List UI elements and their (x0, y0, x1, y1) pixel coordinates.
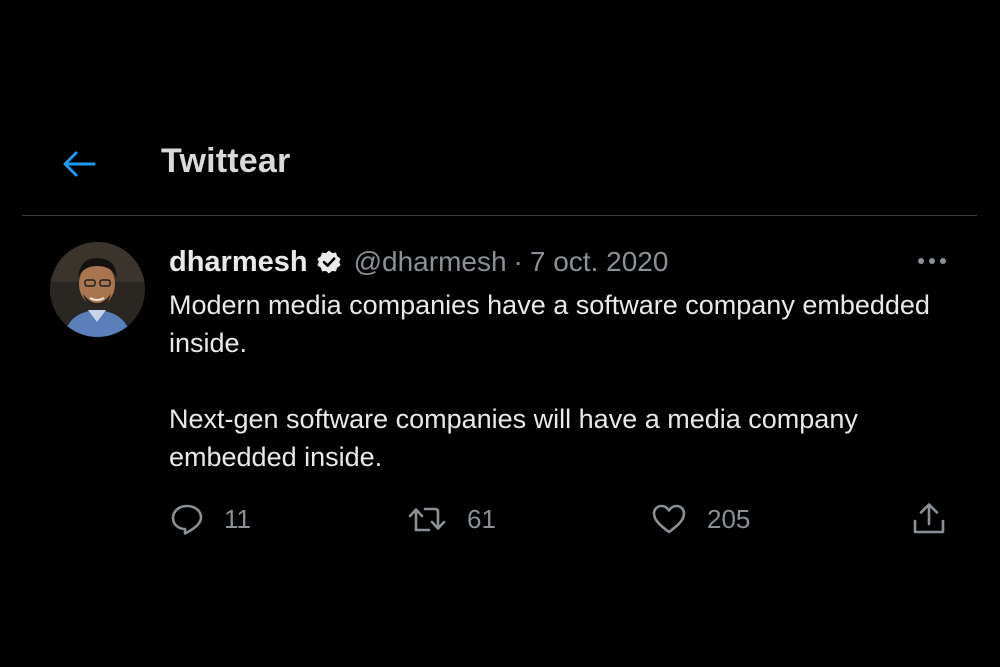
tweet-paragraph: Modern media companies have a software c… (169, 290, 930, 358)
more-options-button[interactable] (910, 246, 954, 276)
share-button[interactable] (911, 497, 947, 541)
header-divider (22, 215, 977, 216)
meta-separator: · (513, 246, 523, 277)
verified-badge-icon (316, 249, 342, 275)
like-button[interactable]: 205 (651, 497, 750, 541)
top-bar: Twittear (0, 130, 1000, 198)
tweet-header: dharmesh @dharmesh · 7 oct. 2020 (169, 242, 668, 282)
page-title: Twittear (161, 142, 291, 180)
more-dots-icon (918, 258, 946, 264)
like-count: 205 (707, 503, 751, 534)
retweet-button[interactable]: 61 (407, 497, 496, 541)
reply-icon (171, 504, 203, 535)
tweet-body: Modern media companies have a software c… (169, 286, 969, 514)
author-name[interactable]: dharmesh (169, 246, 308, 279)
tweet-actions-bar: 11 61 205 (0, 497, 1000, 541)
heart-icon (652, 504, 686, 534)
share-icon (913, 503, 945, 534)
avatar-image (50, 242, 145, 337)
arrow-left-icon (63, 151, 96, 177)
retweet-icon (408, 507, 446, 532)
back-button[interactable] (58, 146, 100, 182)
reply-button[interactable]: 11 (170, 497, 251, 541)
tweet-date[interactable]: 7 oct. 2020 (530, 246, 669, 278)
retweet-count: 61 (467, 503, 496, 534)
reply-count: 11 (224, 503, 251, 534)
author-handle[interactable]: @dharmesh (354, 246, 507, 278)
tweet-paragraph: Next-gen software companies will have a … (169, 404, 858, 472)
avatar[interactable] (50, 242, 145, 337)
